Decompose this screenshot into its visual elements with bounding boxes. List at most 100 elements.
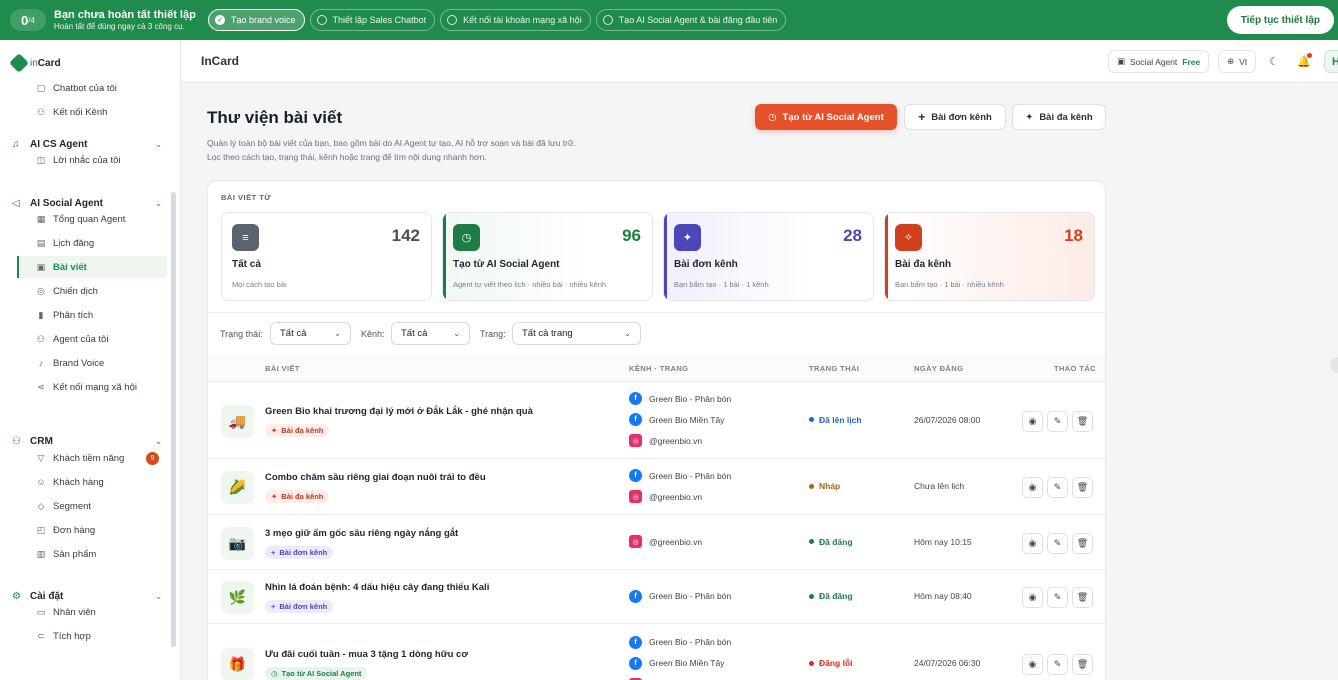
sidebar-scrollbar[interactable] <box>171 192 176 647</box>
dark-mode-toggle[interactable]: ☾ <box>1262 50 1286 73</box>
delete-button[interactable]: 🗑 <box>1072 587 1093 608</box>
table-header: BÀI VIẾT KÊNH · TRANG TRẠNG THÁI NGÀY ĐĂ… <box>208 354 1105 382</box>
continue-setup-button[interactable]: Tiếp tục thiết lập <box>1226 6 1334 34</box>
sidebar-item[interactable]: ♪ Brand Voice <box>17 352 167 374</box>
sidebar-item[interactable]: ⋖ Kết nối mạng xã hội <box>17 376 167 398</box>
table-row[interactable]: 🎁 Ưu đãi cuối tuần - mua 3 tặng 1 dòng hữ… <box>208 624 1105 680</box>
setup-step-4[interactable]: Tạo AI Social Agent & bài đăng đầu tiên <box>595 9 787 31</box>
stat-card-3[interactable]: ✧ 18 Bài đa kênh Bạn bấm tạo · 1 bài · nhiề… <box>884 212 1095 301</box>
setup-step-1[interactable]: ✓ Tạo brand voice <box>208 9 305 31</box>
menu-item-icon: ▦ <box>36 213 46 224</box>
channel-filter-select[interactable]: Tất cả ⌄ <box>391 322 470 345</box>
channel-page: ◎ @greenbio.vn <box>629 535 702 548</box>
table-row[interactable]: 📷 3 mẹo giữ ẩm gốc sầu riêng ngày nắng gắ… <box>208 515 1105 570</box>
sidebar-item[interactable]: ▭ Nhân viên <box>17 601 167 623</box>
view-button[interactable]: ◉ <box>1022 532 1043 554</box>
view-button[interactable]: ◉ <box>1022 587 1043 608</box>
status-dot <box>809 593 814 599</box>
sidebar-item[interactable]: ☺ Khách hàng <box>17 471 167 493</box>
circle-icon <box>316 15 327 25</box>
sidebar-section-2[interactable]: ⚇ CRM ⌄ <box>12 436 162 447</box>
instagram-icon: ◎ <box>629 434 642 447</box>
sidebar-item-label: Agent của tôi <box>53 333 109 345</box>
post-title[interactable]: Nhìn lá đoán bệnh: 4 dấu hiệu cây đang t… <box>265 582 489 593</box>
notifications-button[interactable]: 🔔 <box>1292 50 1316 73</box>
sidebar-item[interactable]: ⊂ Tích hợp <box>17 625 167 647</box>
column-header-channel: KÊNH · TRANG <box>629 364 689 373</box>
post-type-tag: ◷ Tạo từ AI Social Agent <box>265 667 368 680</box>
table-row[interactable]: 🚚 Green Bio khai trương đại lý mới ở Đắk … <box>208 382 1105 459</box>
post-thumbnail: 🌿 <box>221 581 254 614</box>
sidebar-item[interactable]: ▥ Sản phẩm <box>17 543 167 565</box>
sidebar-item[interactable]: ⚇ Agent của tôi <box>17 328 167 350</box>
sidebar-item[interactable]: ◇ Segment <box>17 495 167 517</box>
channel-filter-label: Kênh: <box>361 329 385 339</box>
post-title[interactable]: 3 mẹo giữ ẩm gốc sầu riêng ngày nắng gắt <box>265 528 458 539</box>
view-button[interactable]: ◉ <box>1022 410 1043 432</box>
user-avatar[interactable]: H <box>1324 50 1338 73</box>
language-button[interactable]: ⊕ VI <box>1218 50 1257 73</box>
sidebar-item[interactable]: ▽ Khách tiềm năng 9 <box>17 447 167 469</box>
menu-item-icon: ☺ <box>36 477 46 487</box>
multi-channel-post-button[interactable]: ✦ Bài đa kênh <box>1012 104 1106 130</box>
delete-button[interactable]: 🗑 <box>1072 410 1093 432</box>
edit-button[interactable]: ✎ <box>1047 410 1068 432</box>
post-title[interactable]: Green Bio khai trương đại lý mới ở Đắk L… <box>265 406 533 417</box>
sidebar-section-label: CRM <box>30 436 53 447</box>
delete-button[interactable]: 🗑 <box>1072 532 1093 554</box>
menu-item-icon: ◎ <box>37 285 45 296</box>
incard-logo[interactable]: in Card <box>9 53 61 73</box>
sidebar-item[interactable]: ▦ Tổng quan Agent <box>17 208 167 230</box>
delete-button[interactable]: 🗑 <box>1072 654 1093 675</box>
progress-count: 0 <box>21 12 29 28</box>
page-filter-select[interactable]: Tất cả trang ⌄ <box>512 322 641 345</box>
menu-item-icon: ⋖ <box>37 381 45 392</box>
delete-button[interactable]: 🗑 <box>1072 477 1093 498</box>
sidebar-item-connect-channel[interactable]: ⚇ Kết nối Kênh <box>17 101 167 123</box>
check-circle-icon: ✓ <box>215 15 225 25</box>
sparkle-icon: ✦ <box>271 425 278 435</box>
notification-dot <box>1307 53 1312 58</box>
stat-card-2[interactable]: ✦ 28 Bài đơn kênh Bạn bấm tạo · 1 bài · 1 k… <box>663 212 874 301</box>
menu-item-icon: ▤ <box>36 237 46 248</box>
sidebar-item[interactable]: ▣ Bài viết <box>17 256 167 278</box>
edit-button[interactable]: ✎ <box>1047 587 1068 608</box>
sidebar-item[interactable]: ◫ Lời nhắc của tôi <box>17 149 167 171</box>
post-type-tag-label: Bài đơn kênh <box>279 602 328 611</box>
table-row[interactable]: 🌽 Combo chăm sầu riêng giai đoạn nuôi trá… <box>208 459 1105 515</box>
status-filter-select[interactable]: Tất cả ⌄ <box>270 322 351 345</box>
stat-accent-bar <box>885 213 888 300</box>
create-from-ai-agent-button[interactable]: ◷ Tạo từ AI Social Agent <box>755 104 897 130</box>
stat-accent-bar <box>222 213 225 300</box>
sidebar-item-chatbot[interactable]: ▢ Chatbot của tôi <box>17 77 167 99</box>
edit-button[interactable]: ✎ <box>1047 477 1068 498</box>
view-button[interactable]: ◉ <box>1022 477 1043 498</box>
stat-count: 96 <box>622 226 641 245</box>
sidebar-item[interactable]: ▤ Lịch đăng <box>17 232 167 254</box>
status-label: Đã đăng <box>819 591 853 601</box>
page-description-line-1: Quản lý toàn bộ bài viết của bạn, bao gồ… <box>207 138 577 148</box>
social-agent-plan-button[interactable]: ▣ Social Agent Free <box>1108 50 1210 73</box>
sidebar-item[interactable]: ▮ Phân tích <box>17 304 167 326</box>
post-title[interactable]: Combo chăm sầu riêng giai đoạn nuôi trái… <box>265 472 486 483</box>
sidebar-item[interactable]: ◎ Chiến dịch <box>17 280 167 302</box>
edit-button[interactable]: ✎ <box>1047 532 1068 554</box>
sidebar-item[interactable]: ◰ Đơn hàng <box>17 519 167 541</box>
view-button[interactable]: ◉ <box>1022 654 1043 675</box>
post-type-tag: + Bài đơn kênh <box>265 600 334 613</box>
page-description: Quản lý toàn bộ bài viết của bạn, bao gồ… <box>207 136 727 164</box>
setup-step-label: Kết nối tài khoản mạng xã hội <box>463 15 582 25</box>
stat-card-0[interactable]: ≡ 142 Tất cả Mọi cách tạo bài <box>221 212 432 301</box>
setup-step-3[interactable]: Kết nối tài khoản mạng xã hội <box>440 9 591 31</box>
edit-button[interactable]: ✎ <box>1047 654 1068 675</box>
sparkle-icon: ✦ <box>674 224 701 251</box>
table-row[interactable]: 🌿 Nhìn lá đoán bệnh: 4 dấu hiệu cây đang … <box>208 570 1105 624</box>
setup-step-2[interactable]: Thiết lập Sales Chatbot <box>309 9 436 31</box>
eye-icon: ◉ <box>1028 592 1037 602</box>
single-channel-post-button[interactable]: + Bài đơn kênh <box>904 104 1006 130</box>
right-panel-handle[interactable] <box>1330 357 1338 373</box>
sparkles-icon: ✧ <box>895 224 922 251</box>
post-title[interactable]: Ưu đãi cuối tuần - mua 3 tặng 1 dòng hữu… <box>265 649 468 660</box>
stat-card-1[interactable]: ◷ 96 Tạo từ AI Social Agent Agent tự viết t… <box>442 212 653 301</box>
multi-channel-post-label: Bài đa kênh <box>1039 111 1093 123</box>
